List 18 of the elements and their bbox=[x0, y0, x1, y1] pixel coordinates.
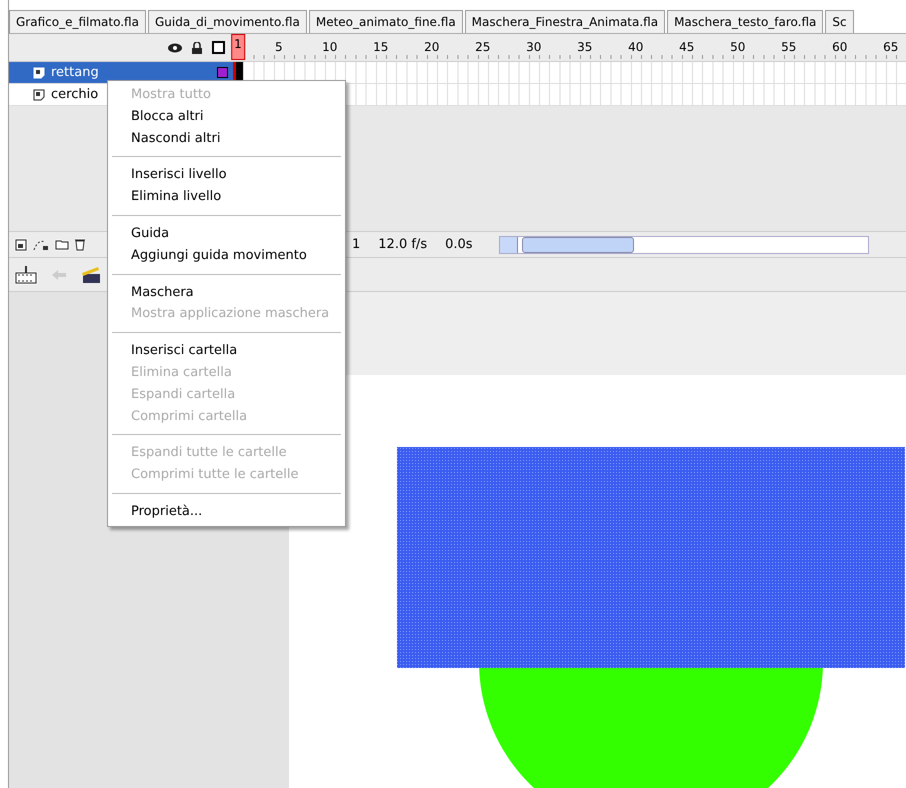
frame-number: 35 bbox=[577, 39, 592, 56]
frame-number: 60 bbox=[832, 39, 848, 56]
frame-number: 10 bbox=[322, 39, 338, 56]
frame-number: 5 bbox=[274, 39, 283, 56]
frame-number: 20 bbox=[424, 39, 440, 56]
frame-rate: 12.0 f/s bbox=[378, 236, 428, 254]
frame-number: 45 bbox=[679, 39, 694, 56]
frame-number: 30 bbox=[526, 39, 542, 56]
frame-number: 40 bbox=[628, 39, 644, 56]
frame-number: 15 bbox=[373, 39, 388, 56]
layer-name: cerchio bbox=[51, 86, 98, 104]
frame-number: 65 bbox=[883, 39, 898, 56]
frame-number: 50 bbox=[730, 39, 746, 56]
frame-number: 25 bbox=[475, 39, 490, 56]
frame-number: 55 bbox=[781, 39, 796, 56]
layer-name: rettang bbox=[51, 64, 99, 82]
elapsed-time: 0.0s bbox=[445, 236, 473, 254]
current-frame: 1 bbox=[352, 234, 360, 254]
